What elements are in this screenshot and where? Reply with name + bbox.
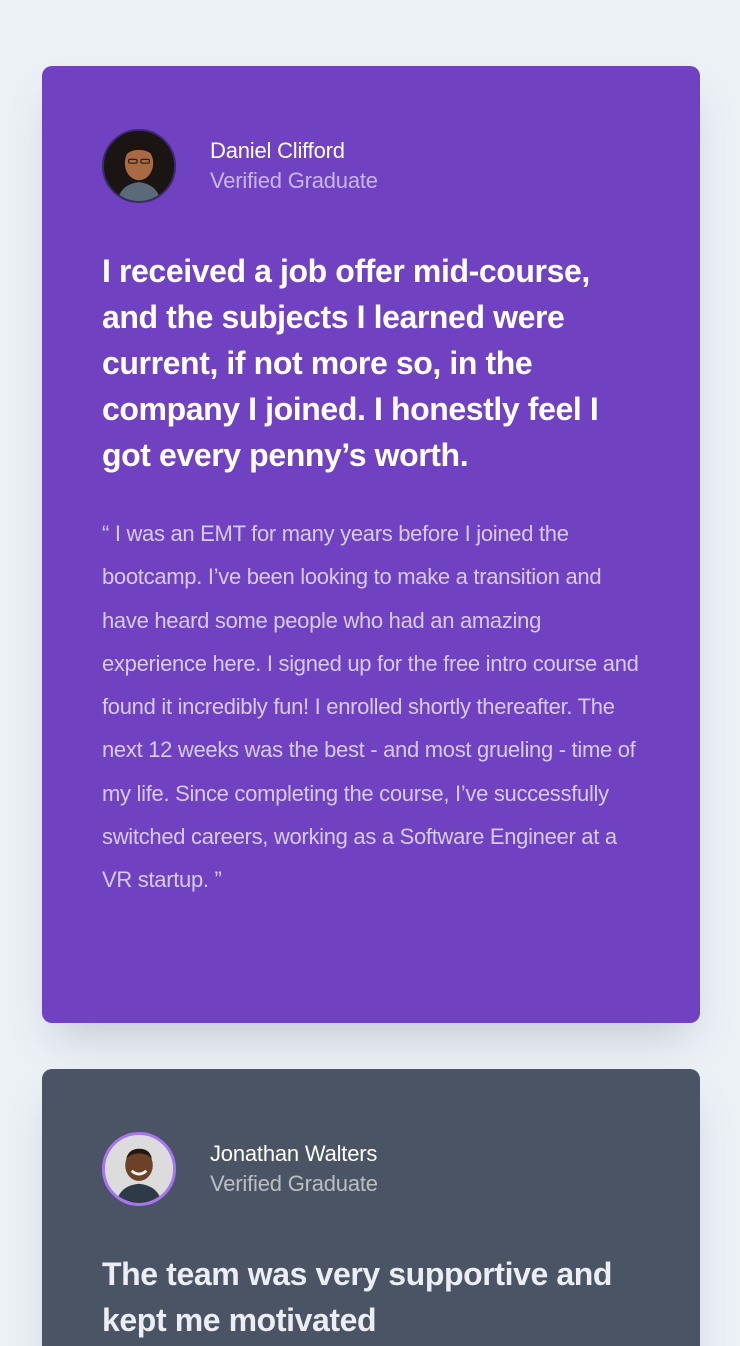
testimonial-profile: Jonathan Walters Verified Graduate — [102, 1131, 640, 1207]
profile-text: Daniel Clifford Verified Graduate — [210, 136, 378, 196]
author-name: Jonathan Walters — [210, 1141, 378, 1166]
testimonial-profile: Daniel Clifford Verified Graduate — [102, 128, 640, 204]
testimonials-page: Daniel Clifford Verified Graduate I rece… — [0, 0, 740, 1346]
testimonial-headline: The team was very supportive and kept me… — [102, 1256, 613, 1338]
avatar — [102, 1132, 176, 1206]
testimonial-quote: “ I was an EMT for many years before I j… — [102, 521, 639, 893]
avatar — [102, 129, 176, 203]
avatar-photo-icon — [104, 131, 174, 201]
author-role: Verified Graduate — [210, 1171, 378, 1196]
author-name: Daniel Clifford — [210, 138, 345, 163]
avatar-photo-icon — [105, 1135, 173, 1203]
profile-text: Jonathan Walters Verified Graduate — [210, 1139, 378, 1199]
testimonial-headline: I received a job offer mid-course, and t… — [102, 253, 599, 473]
testimonial-card-jonathan: Jonathan Walters Verified Graduate The t… — [42, 1069, 700, 1346]
testimonial-card-daniel: Daniel Clifford Verified Graduate I rece… — [42, 66, 700, 1023]
author-role: Verified Graduate — [210, 168, 378, 193]
